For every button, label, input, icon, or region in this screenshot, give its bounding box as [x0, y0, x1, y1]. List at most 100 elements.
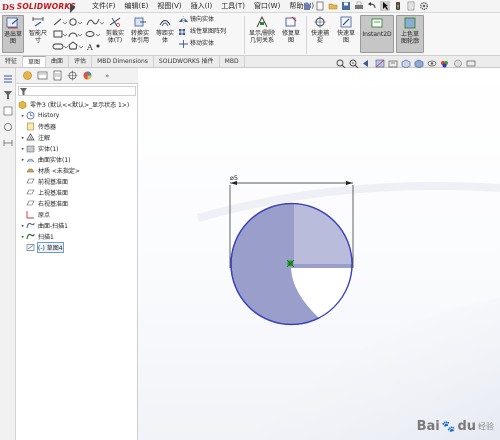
tree-node[interactable]: ▸ 曲面-扫描1 — [16, 220, 138, 231]
shaded-sketch-contours-button[interactable]: 上色草 图轮廓 — [396, 15, 424, 53]
tree-node[interactable]: ▸ 扫描1 — [16, 231, 138, 242]
solidworks-logo[interactable]: DS SOLIDWORKS — [2, 1, 76, 12]
tree-node[interactable]: ▸ 实体(1) — [16, 143, 138, 154]
ellipse-icon[interactable] — [85, 31, 101, 37]
edit-appearance-icon[interactable] — [440, 59, 450, 68]
tab-1[interactable]: 草图 — [23, 56, 47, 67]
display-manager-tab-icon[interactable] — [82, 70, 93, 81]
polygon-icon[interactable] — [68, 41, 84, 50]
menu-item[interactable]: 编辑(E) — [125, 1, 149, 12]
apply-scene-icon[interactable] — [453, 59, 463, 68]
dynamic-annotation-icon[interactable] — [388, 59, 398, 68]
display-delete-relations-button[interactable]: 显示/删除 几何关系 — [247, 15, 277, 44]
smart-dimension-button[interactable]: 智能尺 寸 — [27, 15, 49, 44]
menu-item[interactable]: 窗口(W) — [254, 1, 280, 12]
tree-filter-input[interactable] — [18, 86, 136, 96]
display-style-icon[interactable] — [414, 59, 424, 68]
new-document-icon[interactable] — [315, 1, 325, 11]
dimxpert-icon[interactable] — [3, 138, 13, 148]
print-icon[interactable] — [354, 1, 364, 11]
configuration-manager-tab-icon[interactable] — [52, 70, 63, 81]
rectangle-icon[interactable] — [53, 30, 68, 38]
move-entities-button[interactable]: 移动实体 — [179, 40, 214, 48]
shaded-sketch-label: 上色草 图轮廓 — [400, 31, 419, 45]
linear-pattern-button[interactable]: 线性草图阵列 — [179, 28, 226, 36]
previous-view-icon[interactable] — [362, 59, 372, 68]
line-icon[interactable] — [53, 18, 68, 26]
menu-item[interactable]: 插入(I) — [191, 1, 213, 12]
open-folder-icon[interactable] — [328, 1, 338, 11]
view-orientation-icon[interactable] — [401, 59, 411, 68]
relations-icon — [256, 15, 268, 28]
tree-node[interactable]: (-) 草图4 — [16, 242, 138, 253]
graphics-area[interactable]: ⌀5 Bai 🐾 du 经验 — [138, 68, 500, 440]
feature-manager-toggle-icon[interactable] — [3, 74, 13, 84]
rebuild-icon[interactable] — [393, 1, 403, 11]
tree-node[interactable]: 前视基准面 — [16, 176, 138, 187]
solidworks-window: DS SOLIDWORKS 文件(F) 编辑(E) 视图(V) 插入(I) 工具(T) 窗… — [0, 0, 500, 440]
zoom-to-fit-icon[interactable] — [336, 59, 346, 68]
tab-5[interactable]: SOLIDWORKS 插件 — [154, 56, 220, 67]
tab-2[interactable]: 曲面 — [46, 56, 70, 67]
tree-node[interactable]: 原点 — [16, 209, 138, 220]
sketch-icon — [26, 244, 35, 251]
zoom-area-icon[interactable] — [349, 59, 359, 68]
tab-0[interactable]: 特征 — [0, 56, 24, 67]
tab-3[interactable]: 评估 — [69, 56, 93, 67]
slot-icon[interactable] — [52, 43, 69, 50]
tree-root-part[interactable]: 零件3 (默认<<默认>_显示状态 1>) — [16, 99, 138, 110]
properties-icon[interactable] — [3, 106, 13, 116]
spline-icon[interactable] — [86, 18, 104, 26]
sketch-entities-grid: A — [52, 18, 104, 52]
hide-show-items-icon[interactable] — [427, 59, 437, 68]
more-tabs-chevron-icon[interactable]: » — [105, 72, 109, 80]
rapid-sketch-button[interactable]: 快速草 图 — [335, 15, 357, 44]
config-icon[interactable] — [3, 122, 13, 132]
exit-sketch-button[interactable]: 退出草 图 — [2, 15, 24, 53]
tree-node[interactable]: 材质 <未指定> — [16, 165, 138, 176]
dimxpert-manager-tab-icon[interactable] — [67, 70, 78, 81]
section-view-icon[interactable] — [375, 59, 385, 68]
tab-4[interactable]: MBD Dimensions — [92, 56, 154, 67]
tree-node[interactable]: ▸ 曲面实体(1) — [16, 154, 138, 165]
menu-item[interactable]: 文件(F) — [92, 1, 116, 12]
repair-sketch-button[interactable]: 修复草 图 — [279, 15, 303, 44]
menu-item[interactable]: 视图(V) — [157, 1, 181, 12]
quick-snaps-button[interactable]: 快速捕 捉 — [309, 15, 331, 44]
arc-icon[interactable] — [68, 32, 83, 38]
save-icon[interactable] — [341, 1, 351, 11]
point-icon[interactable] — [96, 44, 100, 48]
linear-pattern-icon — [179, 29, 185, 35]
trim-entities-button[interactable]: 剪裁实 体(T) — [104, 15, 126, 44]
offset-entities-label: 等距实 体 — [155, 30, 174, 44]
options-gear-icon[interactable] — [419, 1, 429, 11]
tree-node[interactable]: 传感器 — [16, 121, 138, 132]
tree-node[interactable]: 右视基准面 — [16, 198, 138, 209]
separator — [306, 16, 307, 54]
filter-icon[interactable] — [3, 90, 13, 100]
circle-icon[interactable] — [69, 18, 83, 26]
tree-node[interactable]: 上视基准面 — [16, 187, 138, 198]
menu-expand-arrow-icon[interactable] — [70, 3, 75, 13]
feature-tree-tab-icon[interactable] — [22, 70, 33, 81]
view-settings-icon[interactable] — [466, 59, 476, 68]
undo-icon[interactable] — [367, 1, 377, 11]
tree-node[interactable]: ▸ A 注解 — [16, 132, 138, 143]
text-icon[interactable]: A — [86, 43, 93, 52]
property-manager-tab-icon[interactable] — [37, 70, 48, 81]
svg-text:A: A — [86, 43, 93, 52]
file-properties-icon[interactable] — [406, 1, 416, 11]
home-icon[interactable] — [302, 1, 312, 11]
tab-6[interactable]: MBD — [220, 56, 245, 67]
select-arrow-icon[interactable] — [380, 1, 390, 11]
diameter-dimension-label[interactable]: ⌀5 — [230, 174, 238, 182]
annotation-icon: A — [26, 133, 35, 141]
logo-ds: DS — [2, 1, 15, 12]
mirror-entities-button[interactable]: 镜向实体 — [179, 16, 214, 24]
tree-node[interactable]: ▸ History — [16, 110, 138, 121]
convert-entities-button[interactable]: 转换实 体引用 — [128, 15, 152, 44]
sketch-origin-icon[interactable] — [286, 259, 295, 268]
instant2d-button[interactable]: Instant2D — [360, 15, 394, 53]
offset-entities-button[interactable]: 等距实 体 — [154, 15, 176, 44]
menu-item[interactable]: 工具(T) — [221, 1, 245, 12]
